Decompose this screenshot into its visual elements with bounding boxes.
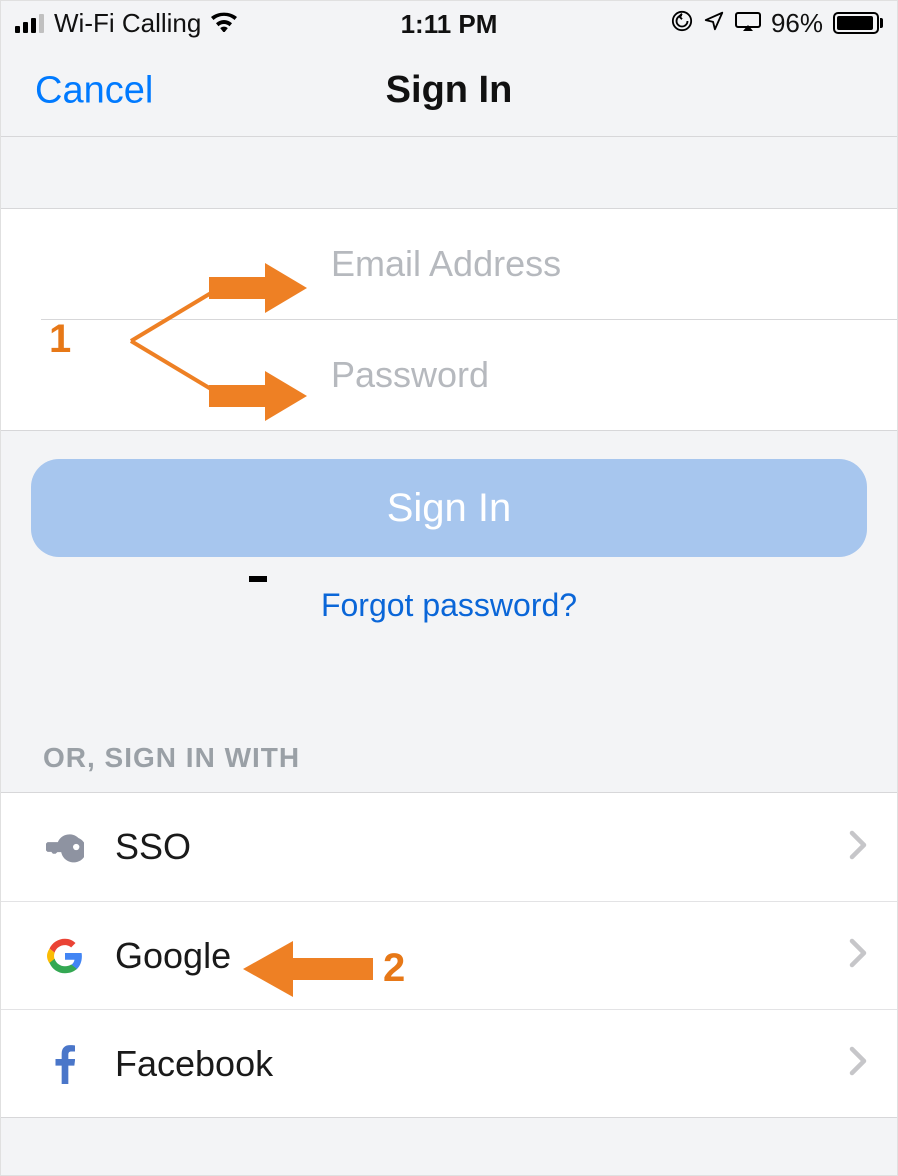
google-icon — [43, 938, 87, 974]
nav-bar: Cancel Sign In — [1, 45, 897, 137]
chevron-right-icon — [849, 1046, 867, 1081]
password-field[interactable] — [331, 354, 857, 396]
facebook-icon — [43, 1044, 87, 1084]
airplay-icon — [735, 8, 761, 39]
signin-button[interactable]: Sign In — [31, 459, 867, 557]
google-label: Google — [115, 935, 231, 977]
wifi-icon — [211, 8, 237, 39]
facebook-label: Facebook — [115, 1043, 273, 1085]
rotation-lock-icon — [671, 8, 693, 39]
google-row[interactable]: Google — [1, 901, 897, 1009]
sso-label: SSO — [115, 826, 191, 868]
key-icon — [43, 828, 87, 866]
battery-pct-label: 96% — [771, 8, 823, 39]
spacer — [1, 137, 897, 209]
cell-signal-icon — [15, 13, 44, 33]
signin-screen: Wi-Fi Calling 1:11 PM 96% Cancel Sign In — [0, 0, 898, 1176]
facebook-row[interactable]: Facebook — [1, 1009, 897, 1117]
clock-label: 1:11 PM — [401, 9, 498, 40]
alt-signin-list: SSO Google Facebook — [1, 792, 897, 1118]
forgot-password-link[interactable]: Forgot password? — [31, 587, 867, 624]
credentials-group — [1, 209, 897, 431]
chevron-right-icon — [849, 938, 867, 973]
alt-signin-heading: OR, SIGN IN WITH — [1, 624, 897, 792]
battery-icon — [833, 12, 883, 34]
annotation-number-1: 1 — [49, 317, 71, 362]
carrier-label: Wi-Fi Calling — [54, 8, 201, 39]
status-bar: Wi-Fi Calling 1:11 PM 96% — [1, 1, 897, 45]
chevron-right-icon — [849, 830, 867, 865]
cancel-button[interactable]: Cancel — [35, 69, 153, 112]
email-field[interactable] — [331, 243, 857, 285]
caret-mark — [249, 576, 267, 582]
page-title: Sign In — [386, 69, 513, 112]
annotation-number-2: 2 — [383, 946, 405, 991]
sso-row[interactable]: SSO — [1, 793, 897, 901]
location-icon — [703, 8, 725, 39]
